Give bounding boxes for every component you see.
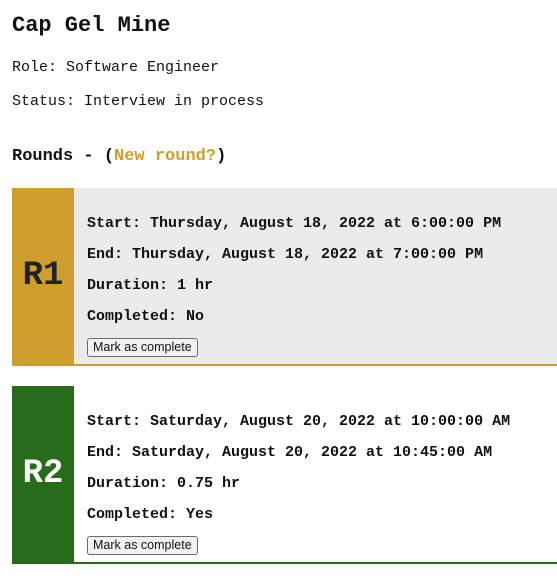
round-card-r2: R2 Start: Saturday, August 20, 2022 at 1… [12,386,557,564]
mark-complete-button[interactable]: Mark as complete [87,536,198,555]
rounds-heading: Rounds - (New round?) [12,146,226,168]
round-start: Start: Saturday, August 20, 2022 at 10:0… [87,413,511,430]
role-text: Role: Software Engineer [12,59,220,76]
round-end: End: Thursday, August 18, 2022 at 7:00:0… [87,246,484,263]
round-card-r1: R1 Start: Thursday, August 18, 2022 at 6… [12,188,557,366]
new-round-link[interactable]: New round? [114,147,216,166]
round-start: Start: Thursday, August 18, 2022 at 6:00… [87,215,502,232]
round-details: Start: Saturday, August 20, 2022 at 10:0… [74,386,557,562]
rounds-heading-prefix: Rounds - ( [12,147,115,166]
round-completed: Completed: No [87,308,205,325]
page-title: Cap Gel Mine [12,13,171,38]
round-badge: R1 [12,188,74,364]
mark-complete-button[interactable]: Mark as complete [87,338,198,357]
round-completed: Completed: Yes [87,506,214,523]
round-duration: Duration: 0.75 hr [87,475,241,492]
round-duration: Duration: 1 hr [87,277,214,294]
rounds-heading-suffix: ) [216,147,227,166]
round-badge: R2 [12,386,74,562]
round-details: Start: Thursday, August 18, 2022 at 6:00… [74,188,557,364]
status-text: Status: Interview in process [12,93,265,110]
round-end: End: Saturday, August 20, 2022 at 10:45:… [87,444,493,461]
